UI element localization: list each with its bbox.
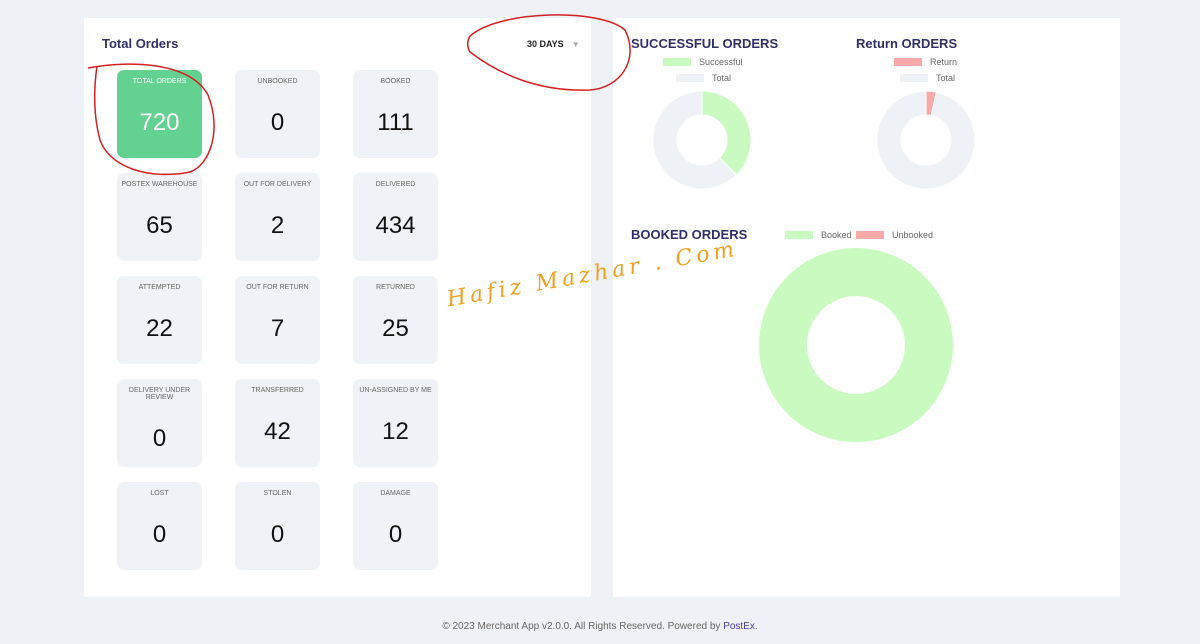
stat-card[interactable]: OUT FOR DELIVERY 2 (235, 173, 320, 261)
stat-label: STOLEN (263, 490, 292, 497)
stat-card[interactable]: POSTEX WAREHOUSE 65 (117, 173, 202, 261)
stat-card[interactable]: TOTAL ORDERS 720 (117, 70, 202, 158)
stat-label: TOTAL ORDERS (132, 78, 187, 85)
stat-card[interactable]: UN-ASSIGNED BY ME 12 (353, 379, 438, 467)
stat-card[interactable]: STOLEN 0 (235, 482, 320, 570)
stat-label: DAMAGE (380, 490, 411, 497)
stat-label: ATTEMPTED (138, 284, 181, 291)
footer: © 2023 Merchant App v2.0.0. All Rights R… (442, 621, 758, 632)
stat-card[interactable]: DAMAGE 0 (353, 482, 438, 570)
stat-value: 434 (375, 212, 416, 239)
total-orders-panel: Total Orders 30 DAYS ▼ TOTAL ORDERS 720 UNB… (84, 18, 591, 597)
stat-value: 0 (152, 521, 167, 548)
stat-label: TRANSFERRED (251, 387, 304, 394)
stat-value: 720 (139, 109, 180, 136)
panel-title: Total Orders (102, 36, 179, 51)
stat-card[interactable]: RETURNED 25 (353, 276, 438, 364)
stat-card[interactable]: LOST 0 (117, 482, 202, 570)
stat-card[interactable]: OUT FOR RETURN 7 (235, 276, 320, 364)
stat-label: DELIVERY UNDER REVIEW (128, 387, 191, 401)
stat-label: POSTEX WAREHOUSE (121, 181, 198, 188)
stat-value: 0 (152, 425, 167, 452)
stat-value: 22 (146, 315, 173, 342)
booked-slice-0[interactable] (759, 248, 953, 442)
successful-slice-0[interactable] (701, 90, 752, 176)
stat-label: UN-ASSIGNED BY ME (359, 387, 432, 394)
stat-value: 0 (270, 109, 285, 136)
stat-value: 0 (270, 521, 285, 548)
stat-label: OUT FOR DELIVERY (243, 181, 312, 188)
postex-link[interactable]: PostEx (723, 621, 755, 632)
stat-label: LOST (150, 490, 169, 497)
stat-value: 12 (382, 418, 409, 445)
stat-value: 7 (270, 315, 285, 342)
stat-card[interactable]: DELIVERY UNDER REVIEW 0 (117, 379, 202, 467)
stat-value: 2 (270, 212, 285, 239)
stat-value: 42 (264, 418, 291, 445)
stat-value: 65 (146, 212, 173, 239)
stat-card[interactable]: BOOKED 111 (353, 70, 438, 158)
charts-panel: SUCCESSFUL ORDERS Successful Total Retur… (613, 18, 1120, 597)
stat-card[interactable]: DELIVERED 434 (353, 173, 438, 261)
stat-card[interactable]: ATTEMPTED 22 (117, 276, 202, 364)
returns-slice-1[interactable] (876, 90, 976, 190)
stat-label: UNBOOKED (257, 78, 298, 85)
stat-label: RETURNED (376, 284, 415, 291)
period-dropdown[interactable]: 30 DAYS ▼ (527, 39, 580, 49)
stat-card[interactable]: UNBOOKED 0 (235, 70, 320, 158)
period-value: 30 DAYS (527, 39, 564, 49)
stat-card[interactable]: TRANSFERRED 42 (235, 379, 320, 467)
stat-value: 0 (388, 521, 403, 548)
stat-label: BOOKED (380, 78, 411, 85)
stat-label: DELIVERED (375, 181, 416, 188)
donut-charts (652, 90, 976, 442)
stat-label: OUT FOR RETURN (246, 284, 309, 291)
stat-value: 25 (382, 315, 409, 342)
stat-value: 111 (377, 109, 414, 136)
caret-down-icon: ▼ (571, 40, 580, 49)
